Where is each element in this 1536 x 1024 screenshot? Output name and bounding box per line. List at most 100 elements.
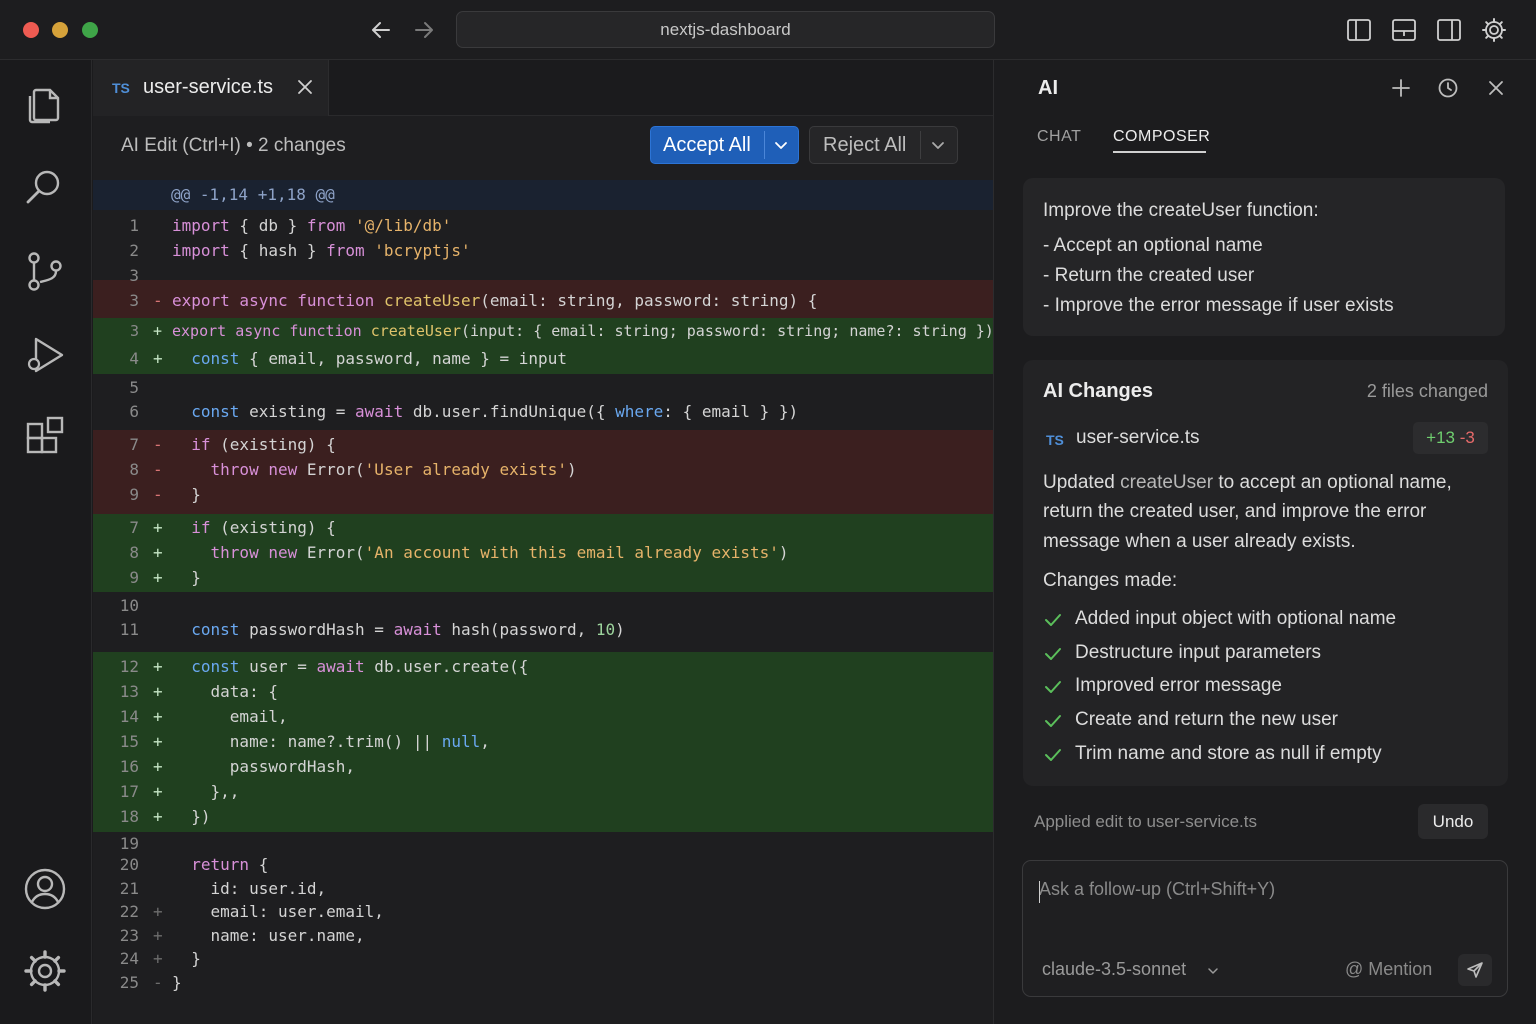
back-arrow-icon[interactable] xyxy=(369,18,393,42)
mention-button[interactable]: @ Mention xyxy=(1345,959,1432,980)
changes-made-label: Changes made: xyxy=(1043,570,1178,591)
code-line: 6 const existing = await db.user.findUni… xyxy=(129,402,799,421)
title-bar: nextjs-dashboard xyxy=(0,0,1536,60)
user-prompt-card: Improve the createUser function: - Accep… xyxy=(1023,178,1505,336)
accept-all-button[interactable]: Accept All xyxy=(650,126,799,164)
history-icon[interactable] xyxy=(1437,77,1459,99)
prompt-line: - Return the created user xyxy=(1043,265,1255,286)
change-item-text: Destructure input parameters xyxy=(1075,642,1322,663)
files-changed-count: 2 files changed xyxy=(1366,381,1488,401)
chevron-down-icon[interactable] xyxy=(1207,965,1219,977)
tab-strip xyxy=(329,60,993,116)
summary-line: message when a user already exists. xyxy=(1043,531,1356,552)
code-line-removed: 7- if (existing) { xyxy=(129,435,336,454)
toggle-panel-icon[interactable] xyxy=(1391,17,1417,43)
toggle-secondary-sidebar-icon[interactable] xyxy=(1436,17,1462,43)
ai-panel-title: AI xyxy=(1038,77,1058,99)
code-line: 11 const passwordHash = await hash(passw… xyxy=(119,620,625,639)
code-line-added: 9 + } xyxy=(129,568,201,587)
activity-bar xyxy=(0,60,92,1024)
lines-added: +13 xyxy=(1426,428,1455,447)
toggle-sidebar-icon[interactable] xyxy=(1346,17,1372,43)
close-window-button[interactable] xyxy=(23,22,39,38)
change-item-text: Trim name and store as null if empty xyxy=(1075,743,1382,764)
summary-text: to accept an optional name, xyxy=(1213,472,1452,493)
code-line: 25-} xyxy=(119,973,182,992)
change-item-text: Added input object with optional name xyxy=(1075,608,1397,629)
editor: TS user-service.ts AI Edit (Ctrl+I) • 2 … xyxy=(93,60,1012,1024)
command-center[interactable]: nextjs-dashboard xyxy=(456,11,995,48)
ai-edit-label: AI Edit (Ctrl+I) • 2 changes xyxy=(121,135,346,156)
chevron-down-icon[interactable] xyxy=(773,137,789,153)
code-line: 20 return { xyxy=(119,855,269,874)
send-button[interactable] xyxy=(1458,954,1492,986)
check-icon xyxy=(1045,681,1061,693)
close-icon[interactable] xyxy=(297,79,313,95)
code-line: 24 + } xyxy=(119,949,201,968)
code-line: 21 id: user.id, xyxy=(119,879,327,898)
source-control-icon[interactable] xyxy=(22,248,68,294)
change-item-text: Improved error message xyxy=(1075,675,1282,696)
summary-line: Updated createUser to accept an optional… xyxy=(1043,472,1493,494)
lines-removed: -3 xyxy=(1459,428,1475,447)
check-icon xyxy=(1045,614,1061,626)
divider xyxy=(764,131,765,159)
change-item-text: Create and return the new user xyxy=(1075,709,1338,730)
applied-edit-status: Applied edit to user-service.ts xyxy=(1034,812,1257,831)
tab-chat[interactable]: CHAT xyxy=(1037,128,1081,146)
minimize-window-button[interactable] xyxy=(52,22,68,38)
chevron-down-icon[interactable] xyxy=(930,137,946,153)
accept-all-label: Accept All xyxy=(663,134,751,156)
code-line-removed: 9- } xyxy=(129,485,201,504)
code-line: 5 xyxy=(129,378,139,397)
code-line-added: 12 + const user = await db.user.create({ xyxy=(119,657,529,676)
settings-gear-icon[interactable] xyxy=(1481,17,1507,43)
followup-box: claude-3.5-sonnet @ Mention xyxy=(1022,860,1508,997)
code-line: 23 + name: user.name, xyxy=(119,926,365,945)
code-line: 10 xyxy=(119,596,139,615)
code-line: 2 import { hash } from 'bcryptjs' xyxy=(129,241,471,260)
code-line-added: 8 + throw new Error('An account with this… xyxy=(129,543,789,562)
diff-stat-badge: +13 -3 xyxy=(1413,422,1488,454)
reject-all-button[interactable]: Reject All xyxy=(809,126,958,164)
code-line-added: 18 + }) xyxy=(119,807,211,826)
prompt-line: Improve the createUser function: xyxy=(1043,200,1319,221)
search-icon[interactable] xyxy=(22,164,68,210)
files-icon[interactable] xyxy=(22,82,68,128)
code-line: 22 + email: user.email, xyxy=(119,902,384,921)
tab-filename: user-service.ts xyxy=(143,76,274,98)
run-debug-icon[interactable] xyxy=(22,332,68,378)
code-line: 3 xyxy=(129,266,139,285)
code-line-removed: 8- throw new Error('User already exists'… xyxy=(129,460,577,479)
model-selector[interactable]: claude-3.5-sonnet xyxy=(1042,959,1186,980)
tab-composer[interactable]: COMPOSER xyxy=(1113,128,1210,146)
manage-gear-icon[interactable] xyxy=(22,948,68,994)
code-diff-view[interactable]: @@ -1,14 +1,18 @@ 1 import { db } from '@… xyxy=(93,180,1012,1024)
code-line-added: 3 + export async function createUser(input… xyxy=(129,322,1012,340)
code-line-added: 17 + },, xyxy=(119,782,240,801)
typescript-file-icon: TS xyxy=(112,80,130,96)
account-icon[interactable] xyxy=(22,866,68,912)
followup-input[interactable] xyxy=(1039,879,1479,900)
active-tab-indicator xyxy=(1113,151,1206,153)
editor-tab[interactable]: TS user-service.ts xyxy=(93,60,329,116)
code-line-added: 13 + data: { xyxy=(119,682,278,701)
forward-arrow-icon[interactable] xyxy=(412,18,436,42)
ai-changes-title: AI Changes xyxy=(1043,380,1154,402)
prompt-line: - Accept an optional name xyxy=(1043,235,1263,256)
code-line-removed: 3- export async function createUser(email… xyxy=(129,291,818,310)
close-icon[interactable] xyxy=(1485,77,1507,99)
changed-file-link[interactable]: user-service.ts xyxy=(1076,427,1200,449)
summary-line: return the created user, and improve the… xyxy=(1043,501,1427,522)
typescript-file-icon: TS xyxy=(1046,432,1064,448)
extensions-icon[interactable] xyxy=(22,414,68,460)
summary-text: Updated xyxy=(1043,472,1121,493)
zoom-window-button[interactable] xyxy=(82,22,98,38)
ai-panel: AI CHAT COMPOSER Improve the createUser … xyxy=(993,60,1536,1024)
divider xyxy=(920,131,921,159)
code-line-added: 16 + passwordHash, xyxy=(119,757,356,776)
code-line-added: 14 + email, xyxy=(119,707,288,726)
plus-icon[interactable] xyxy=(1390,77,1412,99)
undo-button[interactable]: Undo xyxy=(1418,804,1488,839)
check-icon xyxy=(1045,648,1061,660)
